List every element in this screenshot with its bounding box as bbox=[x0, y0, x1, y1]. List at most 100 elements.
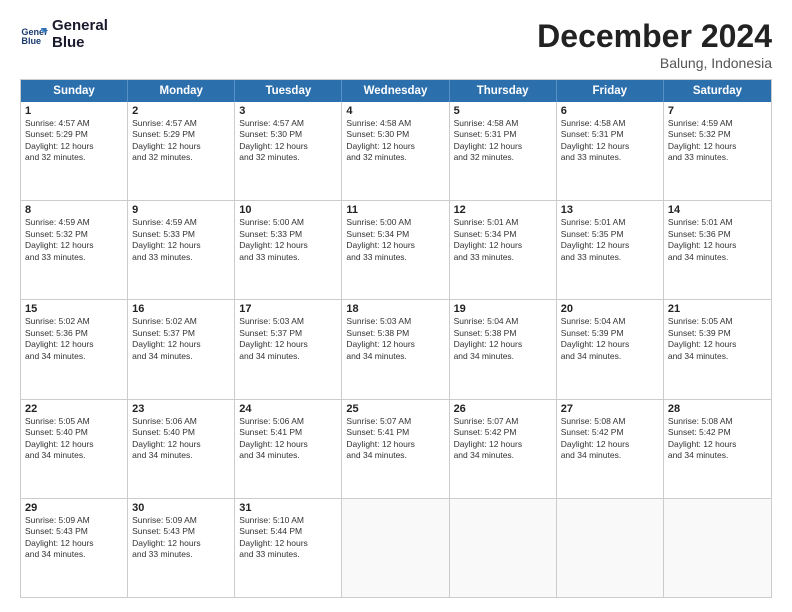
header-thursday: Thursday bbox=[450, 80, 557, 102]
day-detail-3-0: Sunrise: 5:05 AM Sunset: 5:40 PM Dayligh… bbox=[25, 416, 123, 462]
day-detail-2-0: Sunrise: 5:02 AM Sunset: 5:36 PM Dayligh… bbox=[25, 316, 123, 362]
cal-cell-2-4: 19Sunrise: 5:04 AM Sunset: 5:38 PM Dayli… bbox=[450, 300, 557, 398]
cal-cell-3-0: 22Sunrise: 5:05 AM Sunset: 5:40 PM Dayli… bbox=[21, 400, 128, 498]
day-number-1-6: 14 bbox=[668, 204, 767, 216]
day-number-1-4: 12 bbox=[454, 204, 552, 216]
cal-cell-1-4: 12Sunrise: 5:01 AM Sunset: 5:34 PM Dayli… bbox=[450, 201, 557, 299]
logo-icon: General Blue bbox=[20, 21, 48, 49]
day-number-4-1: 30 bbox=[132, 502, 230, 514]
calendar: Sunday Monday Tuesday Wednesday Thursday… bbox=[20, 79, 772, 598]
day-detail-1-6: Sunrise: 5:01 AM Sunset: 5:36 PM Dayligh… bbox=[668, 217, 767, 263]
cal-cell-0-2: 3Sunrise: 4:57 AM Sunset: 5:30 PM Daylig… bbox=[235, 102, 342, 200]
day-detail-0-1: Sunrise: 4:57 AM Sunset: 5:29 PM Dayligh… bbox=[132, 118, 230, 164]
day-number-0-4: 5 bbox=[454, 105, 552, 117]
cal-cell-1-1: 9Sunrise: 4:59 AM Sunset: 5:33 PM Daylig… bbox=[128, 201, 235, 299]
day-detail-2-5: Sunrise: 5:04 AM Sunset: 5:39 PM Dayligh… bbox=[561, 316, 659, 362]
cal-cell-2-0: 15Sunrise: 5:02 AM Sunset: 5:36 PM Dayli… bbox=[21, 300, 128, 398]
cal-cell-1-6: 14Sunrise: 5:01 AM Sunset: 5:36 PM Dayli… bbox=[664, 201, 771, 299]
day-detail-1-2: Sunrise: 5:00 AM Sunset: 5:33 PM Dayligh… bbox=[239, 217, 337, 263]
cal-cell-1-0: 8Sunrise: 4:59 AM Sunset: 5:32 PM Daylig… bbox=[21, 201, 128, 299]
title-block: December 2024 Balung, Indonesia bbox=[537, 18, 772, 71]
cal-cell-2-1: 16Sunrise: 5:02 AM Sunset: 5:37 PM Dayli… bbox=[128, 300, 235, 398]
day-number-3-1: 23 bbox=[132, 403, 230, 415]
day-detail-0-2: Sunrise: 4:57 AM Sunset: 5:30 PM Dayligh… bbox=[239, 118, 337, 164]
day-detail-2-6: Sunrise: 5:05 AM Sunset: 5:39 PM Dayligh… bbox=[668, 316, 767, 362]
header-friday: Friday bbox=[557, 80, 664, 102]
cal-cell-3-6: 28Sunrise: 5:08 AM Sunset: 5:42 PM Dayli… bbox=[664, 400, 771, 498]
cal-cell-1-3: 11Sunrise: 5:00 AM Sunset: 5:34 PM Dayli… bbox=[342, 201, 449, 299]
header-wednesday: Wednesday bbox=[342, 80, 449, 102]
day-detail-3-4: Sunrise: 5:07 AM Sunset: 5:42 PM Dayligh… bbox=[454, 416, 552, 462]
day-detail-2-3: Sunrise: 5:03 AM Sunset: 5:38 PM Dayligh… bbox=[346, 316, 444, 362]
cal-cell-4-5 bbox=[557, 499, 664, 597]
day-number-0-3: 4 bbox=[346, 105, 444, 117]
week-row-1: 8Sunrise: 4:59 AM Sunset: 5:32 PM Daylig… bbox=[21, 200, 771, 299]
day-number-0-0: 1 bbox=[25, 105, 123, 117]
cal-cell-4-3 bbox=[342, 499, 449, 597]
day-detail-4-2: Sunrise: 5:10 AM Sunset: 5:44 PM Dayligh… bbox=[239, 515, 337, 561]
day-number-2-0: 15 bbox=[25, 303, 123, 315]
cal-cell-0-4: 5Sunrise: 4:58 AM Sunset: 5:31 PM Daylig… bbox=[450, 102, 557, 200]
day-detail-2-4: Sunrise: 5:04 AM Sunset: 5:38 PM Dayligh… bbox=[454, 316, 552, 362]
day-number-1-3: 11 bbox=[346, 204, 444, 216]
day-detail-1-3: Sunrise: 5:00 AM Sunset: 5:34 PM Dayligh… bbox=[346, 217, 444, 263]
logo: General Blue General Blue bbox=[20, 18, 108, 51]
day-detail-3-6: Sunrise: 5:08 AM Sunset: 5:42 PM Dayligh… bbox=[668, 416, 767, 462]
day-number-3-3: 25 bbox=[346, 403, 444, 415]
logo-line2: Blue bbox=[52, 35, 108, 52]
day-detail-0-4: Sunrise: 4:58 AM Sunset: 5:31 PM Dayligh… bbox=[454, 118, 552, 164]
day-detail-0-6: Sunrise: 4:59 AM Sunset: 5:32 PM Dayligh… bbox=[668, 118, 767, 164]
svg-text:Blue: Blue bbox=[21, 36, 41, 46]
day-number-3-6: 28 bbox=[668, 403, 767, 415]
logo-line1: General bbox=[52, 18, 108, 35]
logo-text: General Blue bbox=[52, 18, 108, 51]
header-saturday: Saturday bbox=[664, 80, 771, 102]
day-number-3-5: 27 bbox=[561, 403, 659, 415]
day-detail-4-1: Sunrise: 5:09 AM Sunset: 5:43 PM Dayligh… bbox=[132, 515, 230, 561]
header-sunday: Sunday bbox=[21, 80, 128, 102]
day-number-0-1: 2 bbox=[132, 105, 230, 117]
cal-cell-1-2: 10Sunrise: 5:00 AM Sunset: 5:33 PM Dayli… bbox=[235, 201, 342, 299]
cal-cell-3-5: 27Sunrise: 5:08 AM Sunset: 5:42 PM Dayli… bbox=[557, 400, 664, 498]
day-number-2-5: 20 bbox=[561, 303, 659, 315]
day-number-3-4: 26 bbox=[454, 403, 552, 415]
day-number-2-6: 21 bbox=[668, 303, 767, 315]
location: Balung, Indonesia bbox=[537, 55, 772, 71]
day-detail-0-0: Sunrise: 4:57 AM Sunset: 5:29 PM Dayligh… bbox=[25, 118, 123, 164]
day-detail-2-2: Sunrise: 5:03 AM Sunset: 5:37 PM Dayligh… bbox=[239, 316, 337, 362]
week-row-3: 22Sunrise: 5:05 AM Sunset: 5:40 PM Dayli… bbox=[21, 399, 771, 498]
calendar-body: 1Sunrise: 4:57 AM Sunset: 5:29 PM Daylig… bbox=[21, 102, 771, 597]
calendar-header: Sunday Monday Tuesday Wednesday Thursday… bbox=[21, 80, 771, 102]
header: General Blue General Blue December 2024 … bbox=[20, 18, 772, 71]
cal-cell-4-4 bbox=[450, 499, 557, 597]
week-row-4: 29Sunrise: 5:09 AM Sunset: 5:43 PM Dayli… bbox=[21, 498, 771, 597]
day-detail-3-3: Sunrise: 5:07 AM Sunset: 5:41 PM Dayligh… bbox=[346, 416, 444, 462]
cal-cell-0-1: 2Sunrise: 4:57 AM Sunset: 5:29 PM Daylig… bbox=[128, 102, 235, 200]
cal-cell-1-5: 13Sunrise: 5:01 AM Sunset: 5:35 PM Dayli… bbox=[557, 201, 664, 299]
day-number-3-0: 22 bbox=[25, 403, 123, 415]
day-number-2-2: 17 bbox=[239, 303, 337, 315]
cal-cell-4-2: 31Sunrise: 5:10 AM Sunset: 5:44 PM Dayli… bbox=[235, 499, 342, 597]
page: General Blue General Blue December 2024 … bbox=[0, 0, 792, 612]
header-tuesday: Tuesday bbox=[235, 80, 342, 102]
day-detail-1-0: Sunrise: 4:59 AM Sunset: 5:32 PM Dayligh… bbox=[25, 217, 123, 263]
day-detail-1-4: Sunrise: 5:01 AM Sunset: 5:34 PM Dayligh… bbox=[454, 217, 552, 263]
cal-cell-0-0: 1Sunrise: 4:57 AM Sunset: 5:29 PM Daylig… bbox=[21, 102, 128, 200]
day-number-1-0: 8 bbox=[25, 204, 123, 216]
day-number-2-4: 19 bbox=[454, 303, 552, 315]
day-detail-2-1: Sunrise: 5:02 AM Sunset: 5:37 PM Dayligh… bbox=[132, 316, 230, 362]
day-detail-3-2: Sunrise: 5:06 AM Sunset: 5:41 PM Dayligh… bbox=[239, 416, 337, 462]
day-number-1-5: 13 bbox=[561, 204, 659, 216]
cal-cell-3-2: 24Sunrise: 5:06 AM Sunset: 5:41 PM Dayli… bbox=[235, 400, 342, 498]
day-number-0-6: 7 bbox=[668, 105, 767, 117]
cal-cell-2-5: 20Sunrise: 5:04 AM Sunset: 5:39 PM Dayli… bbox=[557, 300, 664, 398]
header-monday: Monday bbox=[128, 80, 235, 102]
day-detail-1-1: Sunrise: 4:59 AM Sunset: 5:33 PM Dayligh… bbox=[132, 217, 230, 263]
day-number-1-2: 10 bbox=[239, 204, 337, 216]
cal-cell-0-5: 6Sunrise: 4:58 AM Sunset: 5:31 PM Daylig… bbox=[557, 102, 664, 200]
day-detail-1-5: Sunrise: 5:01 AM Sunset: 5:35 PM Dayligh… bbox=[561, 217, 659, 263]
week-row-0: 1Sunrise: 4:57 AM Sunset: 5:29 PM Daylig… bbox=[21, 102, 771, 200]
cal-cell-3-3: 25Sunrise: 5:07 AM Sunset: 5:41 PM Dayli… bbox=[342, 400, 449, 498]
day-number-1-1: 9 bbox=[132, 204, 230, 216]
cal-cell-4-6 bbox=[664, 499, 771, 597]
